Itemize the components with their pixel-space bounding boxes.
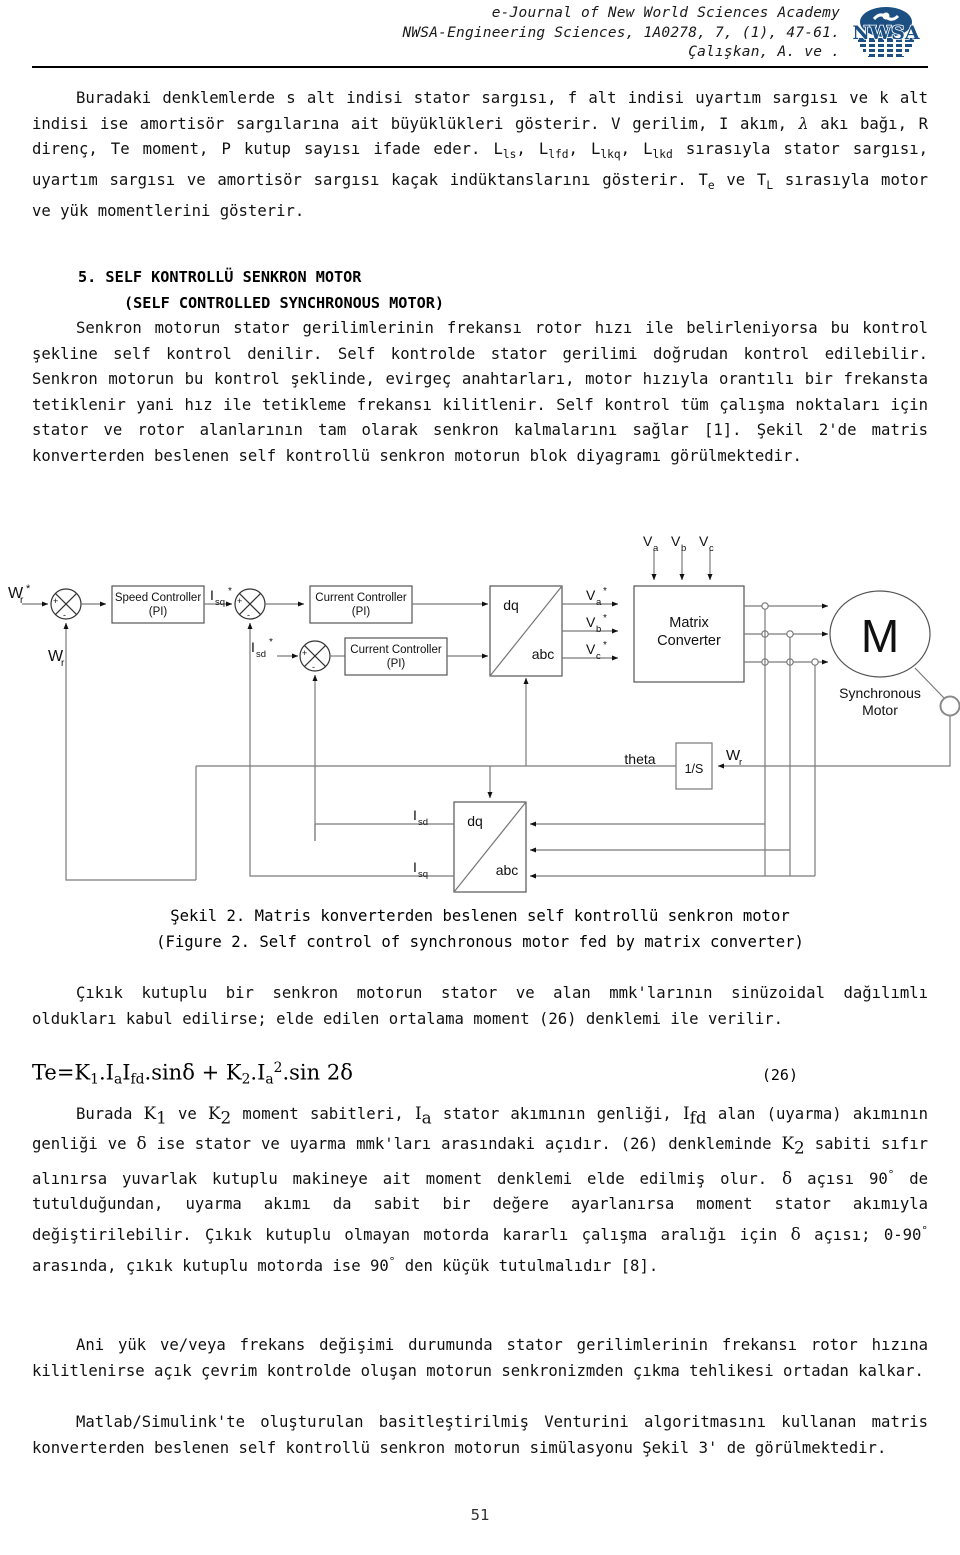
equation-26-body: Te=K1.IaIfd.sinδ + K2.Ia2.sin 2δ <box>32 1060 353 1088</box>
label-isq-ref: I <box>210 587 214 603</box>
paragraph-nomenclature: Buradaki denklemlerde s alt indisi stato… <box>32 89 928 220</box>
nwsa-globe-logo: NWSA <box>848 6 924 62</box>
label-wr-fb-sub: r <box>61 658 65 669</box>
label-vb-supply: V <box>671 533 681 549</box>
equation-26: Te=K1.IaIfd.sinδ + K2.Ia2.sin 2δ (26) <box>32 1058 928 1098</box>
label-wr-out-sub: r <box>739 757 742 768</box>
journal-header-text: e-Journal of New World Sciences Academy … <box>330 4 840 63</box>
speed-controller-label-1: Speed Controller <box>115 592 201 604</box>
label-vc-supply: V <box>699 533 709 549</box>
sum2-minus: - <box>247 610 250 620</box>
label-isd-ref-star: * <box>269 637 273 648</box>
abc-label-bottom: abc <box>496 862 519 878</box>
sum2-plus: + <box>237 596 242 606</box>
figure-caption-tr: Şekil 2. Matris konverterden beslenen se… <box>170 907 790 925</box>
label-theta: theta <box>624 751 655 767</box>
label-va-ref-sub: a <box>596 597 602 608</box>
current-controller-2-label-2: (PI) <box>387 658 406 670</box>
speed-controller-label-2: (PI) <box>149 606 168 618</box>
motor-label-1: Synchronous <box>839 685 921 701</box>
equation-26-number: (26) <box>761 1066 798 1084</box>
label-vc-ref-star: * <box>603 640 607 651</box>
paragraph-torque-constants: Burada K1 ve K2 moment sabitleri, Ia sta… <box>32 1103 929 1275</box>
label-va-supply: V <box>643 533 653 549</box>
label-vb-ref-star: * <box>603 613 607 624</box>
block-diagram-figure: W r * W r + - + - + - Speed Controller (… <box>0 528 960 893</box>
abc-label-top: abc <box>532 646 555 662</box>
label-va-ref: V <box>586 587 596 603</box>
section-heading: 5. SELF KONTROLLÜ SENKRON MOTOR (SELF CO… <box>32 265 928 316</box>
label-isq-ref-star: * <box>228 586 232 597</box>
paragraph-simulink: Matlab/Simulink'te oluşturulan basitleşt… <box>32 1413 928 1457</box>
label-isd-fb-sub: sd <box>418 817 428 828</box>
sum1-plus: + <box>53 596 58 606</box>
paragraph-salient-pole: Çıkık kutuplu bir senkron motorun stator… <box>32 984 928 1028</box>
label-va-ref-star: * <box>603 586 607 597</box>
label-vc-ref: V <box>586 641 596 657</box>
lambda-symbol: λ <box>798 114 809 133</box>
section-heading-tr: 5. SELF KONTROLLÜ SENKRON MOTOR <box>78 268 362 286</box>
label-vc-ref-sub: c <box>596 651 601 662</box>
label-isq-fb: I <box>413 859 417 875</box>
journal-title: e-Journal of New World Sciences Academy <box>491 5 840 21</box>
page-number: 51 <box>470 1506 490 1524</box>
label-wr-ref-star: * <box>26 583 31 595</box>
sum3-plus: + <box>302 648 307 658</box>
journal-authors: Çalışkan, A. ve . <box>688 44 840 60</box>
page-header: e-Journal of New World Sciences Academy … <box>0 0 960 72</box>
sum1-minus: - <box>63 610 66 620</box>
paragraph-self-control: Senkron motorun stator gerilimlerinin fr… <box>32 319 928 465</box>
label-isd-ref: I <box>251 639 255 655</box>
label-vb-ref: V <box>586 614 596 630</box>
figure-caption-en: (Figure 2. Self control of synchronous m… <box>156 932 804 951</box>
current-controller-2-label-1: Current Controller <box>350 644 442 656</box>
paragraph-sudden-load: Ani yük ve/veya frekans değişimi durumun… <box>32 1336 928 1380</box>
figure-caption: Şekil 2. Matris konverterden beslenen se… <box>32 904 928 955</box>
motor-label-2: Motor <box>862 702 898 718</box>
matrix-converter-label-2: Converter <box>657 633 721 649</box>
current-controller-1-label-1: Current Controller <box>315 592 407 604</box>
label-integrator: 1/S <box>685 762 704 776</box>
sum3-minus: - <box>312 662 315 672</box>
label-isd-ref-sub: sd <box>256 649 266 660</box>
current-controller-1-label-2: (PI) <box>352 606 371 618</box>
dq-label-bottom: dq <box>467 813 483 829</box>
journal-citation: NWSA-Engineering Sciences, 1A0278, 7, (1… <box>402 24 840 41</box>
logo-wordmark: NWSA <box>852 22 919 44</box>
section-heading-en: (SELF CONTROLLED SYNCHRONOUS MOTOR) <box>124 293 445 312</box>
motor-symbol-label: M <box>861 610 899 662</box>
label-vc-supply-sub: c <box>709 543 714 554</box>
dq-label-top: dq <box>503 597 519 613</box>
label-isq-fb-sub: sq <box>418 869 428 880</box>
label-va-supply-sub: a <box>653 543 659 554</box>
label-vb-ref-sub: b <box>596 624 601 635</box>
label-vb-supply-sub: b <box>681 543 686 554</box>
label-isq-ref-sub: sq <box>215 597 225 608</box>
matrix-converter-label-1: Matrix <box>669 615 709 631</box>
header-divider <box>32 66 928 68</box>
label-isd-fb: I <box>413 807 417 823</box>
